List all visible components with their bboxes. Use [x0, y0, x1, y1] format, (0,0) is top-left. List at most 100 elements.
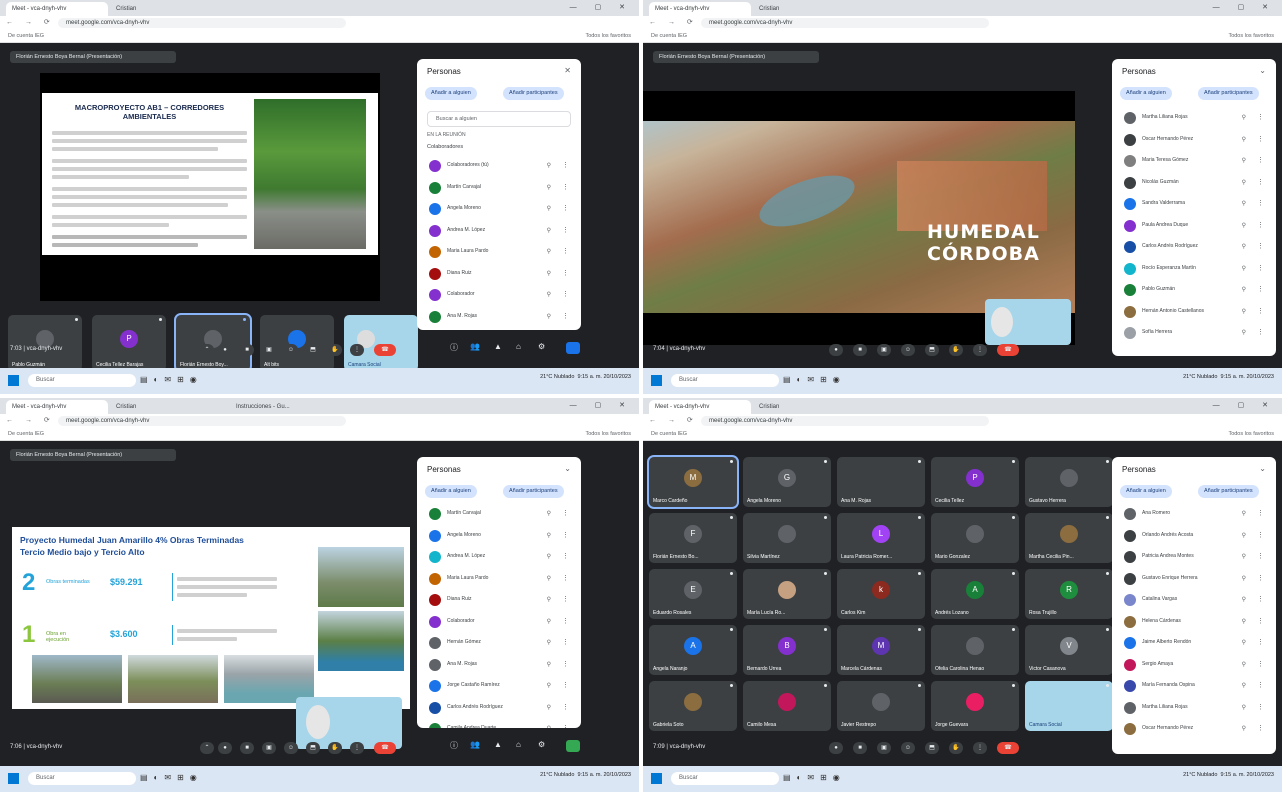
browser-tab[interactable]: Cristian [110, 2, 202, 16]
more-options-icon[interactable]: ⋮ [1257, 574, 1264, 582]
mic-muted-icon[interactable]: ⚲ [547, 205, 551, 212]
taskbar-apps-icon[interactable]: ▤◐✉⊞◉ [140, 773, 203, 782]
mic-icon[interactable]: ● [218, 742, 232, 754]
participant-row[interactable]: Patricia Andrea Montes ⚲ ⋮ [1112, 546, 1276, 568]
mic-muted-icon[interactable]: ⚲ [1242, 308, 1246, 315]
participant-row[interactable]: Martha Liliana Rojas ⚲ ⋮ [1112, 107, 1276, 129]
more-options-icon[interactable]: ⋮ [1257, 221, 1264, 229]
more-options-icon[interactable]: ⋮ [562, 531, 569, 539]
mic-icon[interactable]: ● [829, 344, 843, 356]
people-active-icon[interactable] [566, 740, 580, 752]
mic-muted-icon[interactable]: ⚲ [547, 553, 551, 560]
windows-start-icon[interactable] [651, 375, 662, 386]
participant-row[interactable]: Ana Romero ⚲ ⋮ [1112, 503, 1276, 525]
participant-tile[interactable]: B Bernardo Urrea [743, 625, 831, 675]
more-icon[interactable]: ⋮ [350, 344, 364, 356]
participant-row[interactable]: Hernán Gómez ⚲ ⋮ [417, 632, 581, 654]
mic-muted-icon[interactable]: ⚲ [1242, 532, 1246, 539]
more-options-icon[interactable]: ⋮ [1257, 113, 1264, 121]
more-options-icon[interactable]: ⋮ [562, 724, 569, 728]
more-options-icon[interactable]: ⋮ [562, 617, 569, 625]
mic-muted-icon[interactable]: ⚲ [1242, 222, 1246, 229]
participant-tile[interactable]: Silvia Martínez [743, 513, 831, 563]
mic-muted-icon[interactable]: ⚲ [1242, 725, 1246, 732]
participant-row[interactable]: Oscar Hernando Pérez ⚲ ⋮ [1112, 718, 1276, 740]
windows-start-icon[interactable] [8, 375, 19, 386]
participant-row[interactable]: Diana Ruiz ⚲ ⋮ [417, 263, 581, 285]
more-options-icon[interactable]: ⋮ [1257, 135, 1264, 143]
browser-tab[interactable]: Instrucciones - Gu... [230, 400, 332, 414]
nav-arrows-icon[interactable]: ← → ⟳ [649, 18, 698, 26]
mic-muted-icon[interactable]: ⚲ [1242, 200, 1246, 207]
participant-tile[interactable]: Ana M. Rojas [837, 457, 925, 507]
mic-muted-icon[interactable]: ⚲ [1242, 329, 1246, 336]
participant-tile[interactable]: A Angela Naranjo [649, 625, 737, 675]
mic-muted-icon[interactable]: ⚲ [1242, 639, 1246, 646]
more-options-icon[interactable]: ⋮ [562, 703, 569, 711]
participant-tile[interactable]: E Eduardo Rosales [649, 569, 737, 619]
participant-row[interactable]: Colaborador ⚲ ⋮ [417, 611, 581, 633]
participant-row[interactable]: Martín Carvajal ⚲ ⋮ [417, 503, 581, 525]
participant-row[interactable]: Maria Laura Pardo ⚲ ⋮ [417, 568, 581, 590]
participant-tile[interactable]: M Marcela Cárdenas [837, 625, 925, 675]
browser-tab[interactable]: Cristian [753, 400, 845, 414]
more-options-icon[interactable]: ⋮ [1257, 660, 1264, 668]
chat-icon[interactable]: ▲ [494, 342, 502, 351]
window-controls[interactable]: — ▢ ✕ [570, 401, 633, 409]
participant-row[interactable]: Martha Liliana Rojas ⚲ ⋮ [1112, 697, 1276, 719]
more-options-icon[interactable]: ⋮ [1257, 264, 1264, 272]
taskbar-search[interactable]: Buscar [28, 772, 136, 785]
participant-tile[interactable]: María Lucía Ro... [743, 569, 831, 619]
mic-muted-icon[interactable]: ⚲ [547, 162, 551, 169]
mic-muted-icon[interactable]: ⚲ [1242, 618, 1246, 625]
camera-icon[interactable]: ■ [240, 344, 254, 356]
bookmark-item[interactable]: De cuenta IEG [8, 33, 44, 39]
participant-row[interactable]: Helena Cárdenas ⚲ ⋮ [1112, 611, 1276, 633]
more-options-icon[interactable]: ⋮ [1257, 242, 1264, 250]
participant-tile[interactable]: M Marco Cardeño [647, 455, 739, 509]
end-call-button[interactable]: ☎ [997, 742, 1019, 754]
bookmark-item[interactable]: De cuenta IEG [651, 33, 687, 39]
participant-tile[interactable]: L Laura Patricia Romer... [837, 513, 925, 563]
more-options-icon[interactable]: ⋮ [1257, 724, 1264, 732]
emoji-icon[interactable]: ☺ [284, 344, 298, 356]
emoji-icon[interactable]: ☺ [284, 742, 298, 754]
more-options-icon[interactable]: ⋮ [562, 247, 569, 255]
taskbar-apps-icon[interactable]: ▤◐✉⊞◉ [140, 375, 203, 384]
participant-row[interactable]: Carlos Andrés Rodríguez ⚲ ⋮ [417, 697, 581, 719]
collapse-icon[interactable]: ⌄ [1259, 464, 1266, 473]
mic-muted-icon[interactable]: ⚲ [547, 682, 551, 689]
url-field[interactable]: meet.google.com/vca-dnyh-vhv [701, 416, 989, 426]
captions-icon[interactable]: ▣ [262, 742, 276, 754]
present-icon[interactable]: ⬒ [306, 742, 320, 754]
add-person-button[interactable]: Añadir a alguien [425, 485, 477, 498]
nav-arrows-icon[interactable]: ← → ⟳ [649, 416, 698, 424]
mic-muted-icon[interactable]: ⚲ [1242, 286, 1246, 293]
url-field[interactable]: meet.google.com/vca-dnyh-vhv [701, 18, 989, 28]
participant-row[interactable]: Andrea M. López ⚲ ⋮ [417, 220, 581, 242]
window-controls[interactable]: — ▢ ✕ [570, 3, 633, 11]
participant-tile[interactable]: k Carlos Kim [837, 569, 925, 619]
browser-tab[interactable]: Meet - vca-dnyh-vhv [649, 2, 751, 16]
more-options-icon[interactable]: ⋮ [562, 312, 569, 320]
activities-icon[interactable]: ⌂ [516, 740, 521, 749]
more-options-icon[interactable]: ⋮ [1257, 178, 1264, 186]
all-bookmarks[interactable]: Todos los favoritos [585, 428, 631, 440]
participant-row[interactable]: Rocío Esperanza Martín ⚲ ⋮ [1112, 258, 1276, 280]
participant-row[interactable]: Jaime Alberto Rendón ⚲ ⋮ [1112, 632, 1276, 654]
browser-tab[interactable]: Cristian [753, 2, 845, 16]
mic-muted-icon[interactable]: ⚲ [547, 704, 551, 711]
nav-arrows-icon[interactable]: ← → ⟳ [6, 416, 55, 424]
mic-muted-icon[interactable]: ⚲ [1242, 265, 1246, 272]
more-icon[interactable]: ⋮ [350, 742, 364, 754]
participant-row[interactable]: Carlos Andrés Rodríguez ⚲ ⋮ [1112, 236, 1276, 258]
people-search-input[interactable]: Buscar a alguien [427, 111, 571, 127]
mic-muted-icon[interactable]: ⚲ [547, 532, 551, 539]
end-call-button[interactable]: ☎ [997, 344, 1019, 356]
participant-tile[interactable]: Ofelia Carolina Henao [931, 625, 1019, 675]
more-icon[interactable]: ⋮ [973, 742, 987, 754]
mic-muted-icon[interactable]: ⚲ [1242, 510, 1246, 517]
collapse-icon[interactable]: ⌄ [1259, 66, 1266, 75]
participant-row[interactable]: María Fernanda Ospina ⚲ ⋮ [1112, 675, 1276, 697]
add-participants-button[interactable]: Añadir participantes [1198, 87, 1259, 100]
